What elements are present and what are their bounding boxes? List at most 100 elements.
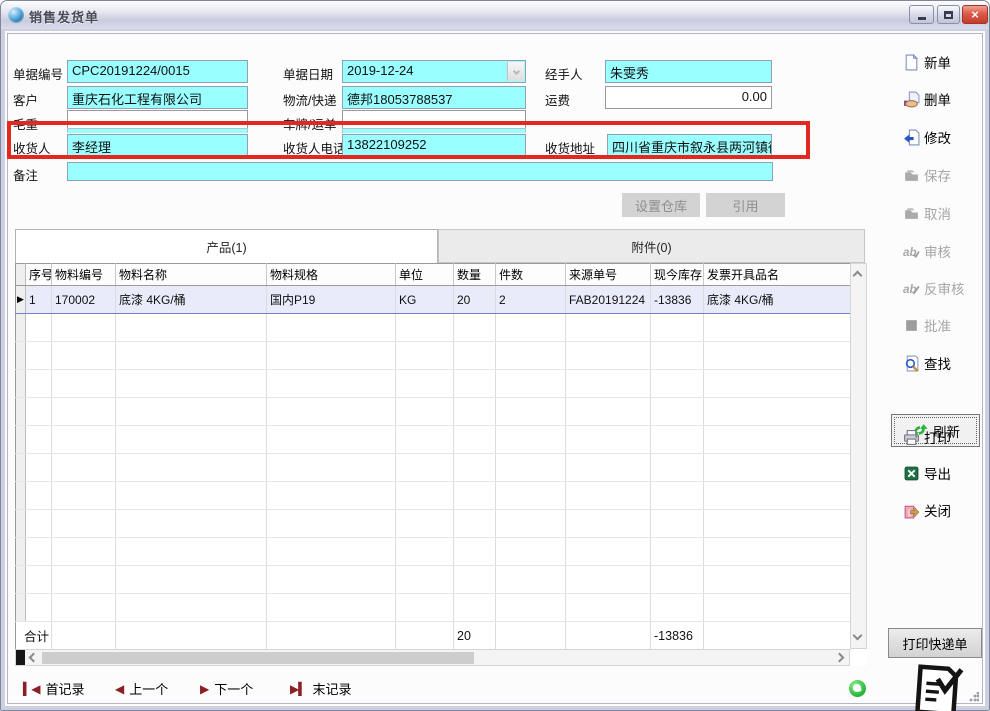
minimize-icon	[918, 17, 926, 20]
remark-field[interactable]	[67, 162, 773, 181]
customer-field[interactable]: 重庆石化工程有限公司	[67, 86, 248, 109]
print-express-button[interactable]: 打印快递单	[888, 628, 982, 658]
receiver-phone-field[interactable]: 13822109252	[342, 134, 526, 158]
title-bar[interactable]: 销售发货单 ×	[1, 1, 989, 29]
field-sliver	[67, 128, 248, 133]
total-label: 合计	[16, 622, 52, 650]
table-empty-row	[16, 538, 851, 566]
green-status-icon[interactable]	[849, 680, 866, 697]
close-button[interactable]: ×	[962, 5, 988, 24]
scroll-left-icon[interactable]	[29, 653, 39, 663]
col-stock[interactable]: 现今库存	[651, 264, 704, 286]
sidebar-button-find[interactable]: 查找	[903, 352, 990, 374]
close-icon: ×	[971, 7, 979, 22]
table-empty-row	[16, 482, 851, 510]
sidebar-button-close[interactable]: 关闭	[903, 499, 990, 521]
scroll-thumb[interactable]	[42, 652, 474, 664]
sidebar-button-save[interactable]: 保存	[903, 164, 990, 186]
handler-field[interactable]: 朱雯秀	[605, 60, 772, 83]
tab-products[interactable]: 产品(1)	[15, 229, 438, 263]
gross-weight-label: 毛重	[13, 114, 38, 133]
table-empty-row	[16, 342, 851, 370]
approve-icon	[903, 317, 920, 334]
tab-strip: 产品(1) 附件(0)	[15, 229, 865, 263]
client-area: 单据编号 CPC20191224/0015 单据日期 2019-12-24 经手…	[5, 31, 985, 706]
maximize-icon	[944, 11, 953, 19]
table-header-row: 序号 物料编号 物料名称 物料规格 单位 数量 件数 来源单号 现今库存 发票开…	[16, 264, 851, 286]
previous-icon: ◀	[115, 682, 123, 696]
logistics-label: 物流/快递	[283, 90, 336, 109]
sidebar-button-modify[interactable]: 修改	[903, 126, 990, 148]
total-qty: 20	[454, 622, 496, 650]
col-pieces[interactable]: 件数	[496, 264, 566, 286]
sidebar-button-cancel[interactable]: 取消	[903, 202, 990, 224]
minimize-button[interactable]	[909, 5, 934, 24]
table-empty-row	[16, 454, 851, 482]
vertical-scrollbar[interactable]	[850, 263, 867, 649]
notepad-check-icon[interactable]	[907, 661, 967, 711]
doc-date-label: 单据日期	[283, 64, 333, 83]
sidebar-button-print[interactable]: 打印	[903, 426, 990, 448]
cancel-icon	[903, 205, 920, 222]
receiver-field[interactable]: 李经理	[67, 134, 248, 158]
table-row[interactable]: ▶ 1 170002 底漆 4KG/桶 国内P19 KG 20 2 FAB201…	[16, 286, 851, 314]
col-item-code[interactable]: 物料编号	[52, 264, 116, 286]
find-icon	[903, 355, 920, 372]
remark-label: 备注	[13, 165, 38, 184]
col-item-spec[interactable]: 物料规格	[267, 264, 396, 286]
first-record-icon: ▍◀	[23, 682, 39, 696]
sidebar-button-audit[interactable]: ab 审核	[903, 240, 990, 262]
tab-attachments[interactable]: 附件(0)	[438, 229, 865, 263]
field-sliver	[342, 128, 526, 133]
freight-field[interactable]: 0.00	[605, 86, 772, 109]
sidebar-button-unaudit[interactable]: ab 反审核	[903, 277, 990, 299]
sidebar-button-delete[interactable]: 删单	[903, 88, 990, 110]
table-empty-row	[16, 398, 851, 426]
resize-grip[interactable]	[969, 692, 979, 702]
receiver-address-label: 收货地址	[545, 138, 595, 157]
nav-previous[interactable]: ◀上一个	[115, 679, 168, 698]
sidebar-button-new[interactable]: 新单	[903, 51, 990, 73]
table-empty-row	[16, 314, 851, 342]
set-warehouse-button[interactable]: 设置仓库	[622, 193, 700, 217]
table-empty-row	[16, 370, 851, 398]
unaudit-icon: ab	[903, 280, 920, 297]
col-source-no[interactable]: 来源单号	[566, 264, 651, 286]
doc-date-field[interactable]: 2019-12-24	[342, 60, 526, 83]
doc-no-field[interactable]: CPC20191224/0015	[67, 60, 248, 83]
table-empty-row	[16, 594, 851, 622]
nav-next[interactable]: ▶下一个	[200, 679, 253, 698]
col-seq[interactable]: 序号	[26, 264, 52, 286]
row-selector-arrow: ▶	[16, 286, 26, 314]
save-icon	[903, 167, 920, 184]
col-qty[interactable]: 数量	[454, 264, 496, 286]
items-table: 序号 物料编号 物料名称 物料规格 单位 数量 件数 来源单号 现今库存 发票开…	[15, 263, 867, 666]
table-empty-row	[16, 510, 851, 538]
receiver-address-field[interactable]: 四川省重庆市叙永县两河镇街道	[607, 134, 772, 158]
close-doc-icon	[903, 502, 920, 519]
col-invoice-name[interactable]: 发票开具品名	[704, 264, 851, 286]
horizontal-scrollbar[interactable]	[15, 649, 850, 666]
reference-button[interactable]: 引用	[706, 193, 785, 217]
scroll-down-icon[interactable]	[853, 631, 863, 641]
logistics-field[interactable]: 德邦18053788537	[342, 86, 526, 109]
chevron-down-icon	[512, 68, 519, 75]
sidebar-button-approve[interactable]: 批准	[903, 314, 990, 336]
date-dropdown-button[interactable]	[507, 62, 524, 81]
freight-label: 运费	[545, 90, 570, 109]
new-doc-icon	[903, 54, 920, 71]
app-globe-icon	[8, 7, 24, 23]
nav-last-record[interactable]: ▶▍末记录	[290, 679, 351, 698]
nav-first-record[interactable]: ▍◀首记录	[23, 679, 84, 698]
scroll-up-icon[interactable]	[853, 271, 863, 281]
window-title: 销售发货单	[29, 7, 99, 26]
maximize-button[interactable]	[937, 5, 960, 24]
print-icon	[903, 429, 920, 446]
table-body: ▶ 1 170002 底漆 4KG/桶 国内P19 KG 20 2 FAB201…	[16, 286, 851, 650]
customer-label: 客户	[13, 90, 38, 109]
col-item-name[interactable]: 物料名称	[116, 264, 267, 286]
sidebar-button-export[interactable]: 导出	[903, 462, 990, 484]
scroll-right-icon[interactable]	[835, 653, 845, 663]
col-unit[interactable]: 单位	[396, 264, 454, 286]
total-stock: -13836	[651, 622, 704, 650]
